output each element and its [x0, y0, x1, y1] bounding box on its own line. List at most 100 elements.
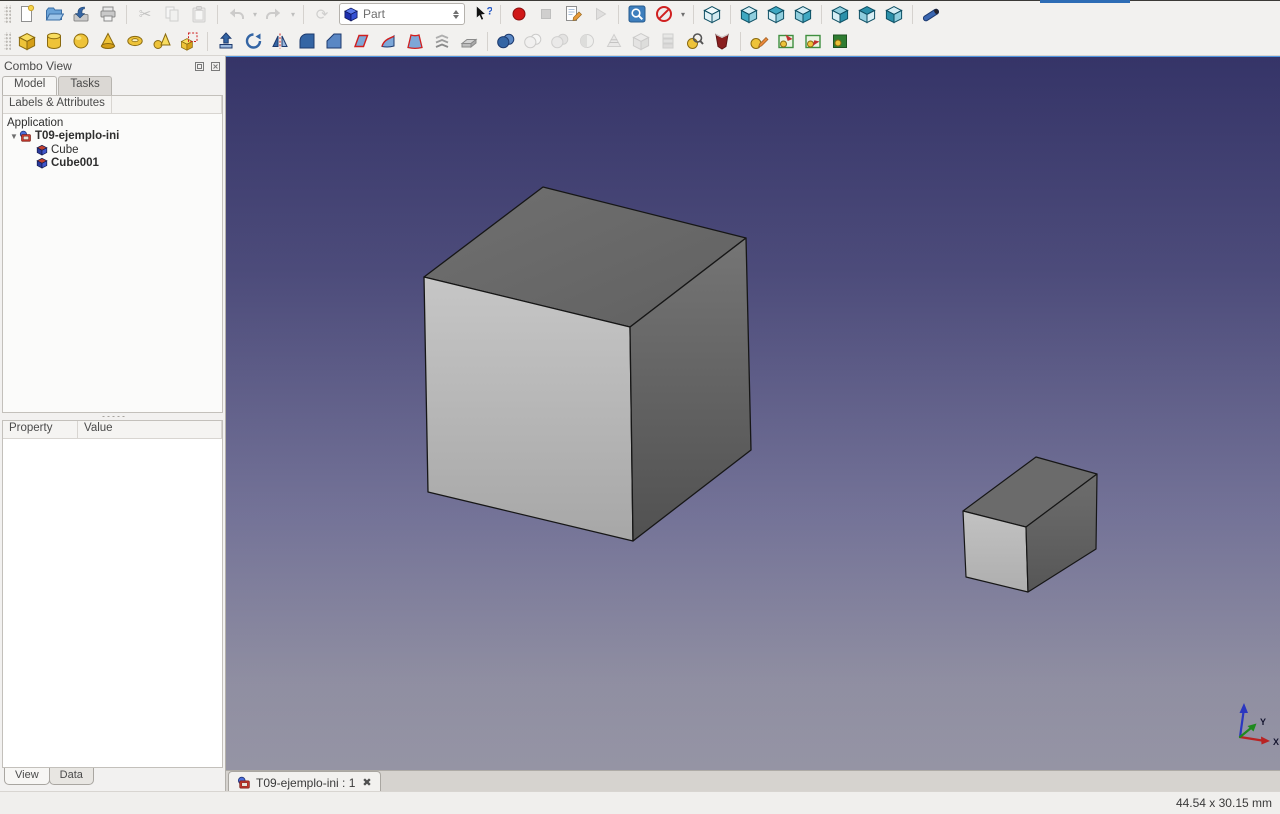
freecad-window: ✂ ▾ ▾ ⟳ Part? ▾ Combo View Model Tasks — [0, 0, 1280, 814]
toolbar-grip[interactable] — [4, 31, 11, 51]
property-editor: Property Value — [2, 420, 223, 768]
macro-edit-button[interactable] — [560, 2, 586, 26]
part-loft-button[interactable] — [402, 29, 428, 53]
refresh-icon: ⟳ — [316, 7, 329, 24]
part-compound-button — [628, 29, 654, 53]
toolbar-standard: ✂ ▾ ▾ ⟳ Part? ▾ — [0, 1, 1280, 27]
tab-data[interactable]: Data — [48, 768, 94, 785]
tab-close-icon[interactable]: ✖ — [362, 776, 371, 789]
macro-stop-button — [533, 2, 559, 26]
view-right-button[interactable] — [790, 2, 816, 26]
view-left-icon — [885, 6, 903, 24]
property-column-header: Property — [3, 421, 78, 438]
part-fillet-button[interactable] — [294, 29, 320, 53]
part-primitives-button[interactable] — [149, 29, 175, 53]
macro-play-button — [587, 2, 613, 26]
document-window-tab[interactable]: T09-ejemplo-ini : 1 ✖ — [228, 771, 381, 793]
part-offset-button[interactable] — [456, 29, 482, 53]
measure-distance-icon — [922, 8, 940, 22]
part-chamfer-button[interactable] — [321, 29, 347, 53]
new-file-button[interactable] — [14, 2, 40, 26]
save-file-button[interactable] — [68, 2, 94, 26]
tree-item-document[interactable]: ▼ T09-ejemplo-ini — [3, 130, 222, 144]
tab-tasks[interactable]: Tasks — [58, 76, 112, 95]
macro-record-button[interactable] — [506, 2, 532, 26]
svg-text:?: ? — [487, 6, 493, 18]
part-cross-sections-icon — [606, 33, 622, 47]
view-top-button[interactable] — [763, 2, 789, 26]
part-box-button[interactable] — [14, 29, 40, 53]
part-shape-builder-button[interactable] — [176, 29, 202, 53]
axis-y-label: Y — [1260, 717, 1266, 727]
sketch-edit-button[interactable] — [746, 29, 772, 53]
part-sweep-button[interactable] — [429, 29, 455, 53]
view-fit-all-button[interactable] — [624, 2, 650, 26]
part-defeaturing-icon — [715, 33, 729, 50]
workbench-selector-value: Part — [363, 7, 386, 21]
sketch-validate-button[interactable] — [827, 29, 853, 53]
open-file-button[interactable] — [41, 2, 67, 26]
toolbar-separator — [740, 31, 741, 51]
toolbar-separator — [730, 4, 731, 24]
part-mirror-button[interactable] — [267, 29, 293, 53]
print-button[interactable] — [95, 2, 121, 26]
tree-header-label: Labels & Attributes — [3, 96, 112, 113]
part-ruled-surface-button[interactable] — [375, 29, 401, 53]
cube001-object[interactable] — [962, 456, 1098, 593]
undo-icon — [230, 8, 244, 19]
sketch-reorient-icon — [805, 34, 821, 49]
box-icon — [36, 144, 48, 156]
tree-item-application[interactable]: Application — [3, 116, 222, 130]
tree-item-cube001[interactable]: Cube001 — [3, 157, 222, 171]
part-compsolid-icon — [662, 33, 674, 49]
view-front-button[interactable] — [736, 2, 762, 26]
measure-distance-button[interactable] — [918, 2, 944, 26]
part-revolve-button[interactable] — [240, 29, 266, 53]
part-extrude-button[interactable] — [213, 29, 239, 53]
sketch-reorient-button[interactable] — [800, 29, 826, 53]
view-bottom-button[interactable] — [854, 2, 880, 26]
combo-view-title: Combo View — [4, 59, 72, 73]
expander-icon[interactable]: ▼ — [9, 132, 19, 141]
part-check-geometry-button[interactable] — [682, 29, 708, 53]
undo-button — [223, 2, 249, 26]
part-torus-button[interactable] — [122, 29, 148, 53]
cube-object[interactable] — [423, 186, 752, 542]
view-rear-button[interactable] — [827, 2, 853, 26]
toolbar-grip[interactable] — [4, 4, 11, 24]
panel-float-icon[interactable] — [193, 60, 205, 72]
splitter-handle[interactable] — [0, 413, 225, 420]
tab-model[interactable]: Model — [2, 76, 58, 95]
part-sphere-button[interactable] — [68, 29, 94, 53]
draw-style-dropdown-arrow[interactable]: ▾ — [678, 10, 688, 19]
new-file-icon — [21, 4, 35, 22]
paste-icon — [192, 6, 206, 23]
whats-this-button[interactable]: ? — [469, 2, 495, 26]
view-fit-all-icon — [628, 5, 646, 23]
part-cone-button[interactable] — [95, 29, 121, 53]
view-front-icon — [740, 6, 758, 24]
redo-dropdown-arrow: ▾ — [290, 9, 295, 19]
view-left-button[interactable] — [881, 2, 907, 26]
part-defeaturing-button[interactable] — [709, 29, 735, 53]
property-table-body[interactable] — [3, 439, 222, 767]
part-box-icon — [18, 33, 36, 51]
workbench-selector[interactable]: Part — [339, 3, 465, 25]
draw-style-button[interactable] — [651, 2, 677, 26]
combo-view-titlebar: Combo View — [0, 56, 225, 76]
copy-button — [159, 2, 185, 26]
tree-item-cube[interactable]: Cube — [3, 143, 222, 157]
workbench-selector-spin-icon[interactable] — [453, 9, 461, 19]
part-boolean-union-button[interactable] — [493, 29, 519, 53]
3d-scene[interactable]: Y X — [226, 57, 1280, 769]
sketch-map-to-face-button[interactable] — [773, 29, 799, 53]
panel-close-icon[interactable] — [209, 60, 221, 72]
viewport-area: Y X T09-ejemplo-ini : 1 ✖ — [226, 56, 1280, 793]
part-cylinder-button[interactable] — [41, 29, 67, 53]
view-rear-icon — [831, 6, 849, 24]
part-fillet-icon — [299, 33, 315, 49]
part-make-face-button[interactable] — [348, 29, 374, 53]
tab-view[interactable]: View — [4, 768, 50, 785]
view-isometric-button[interactable] — [699, 2, 725, 26]
3d-viewport[interactable]: Y X — [226, 56, 1280, 770]
